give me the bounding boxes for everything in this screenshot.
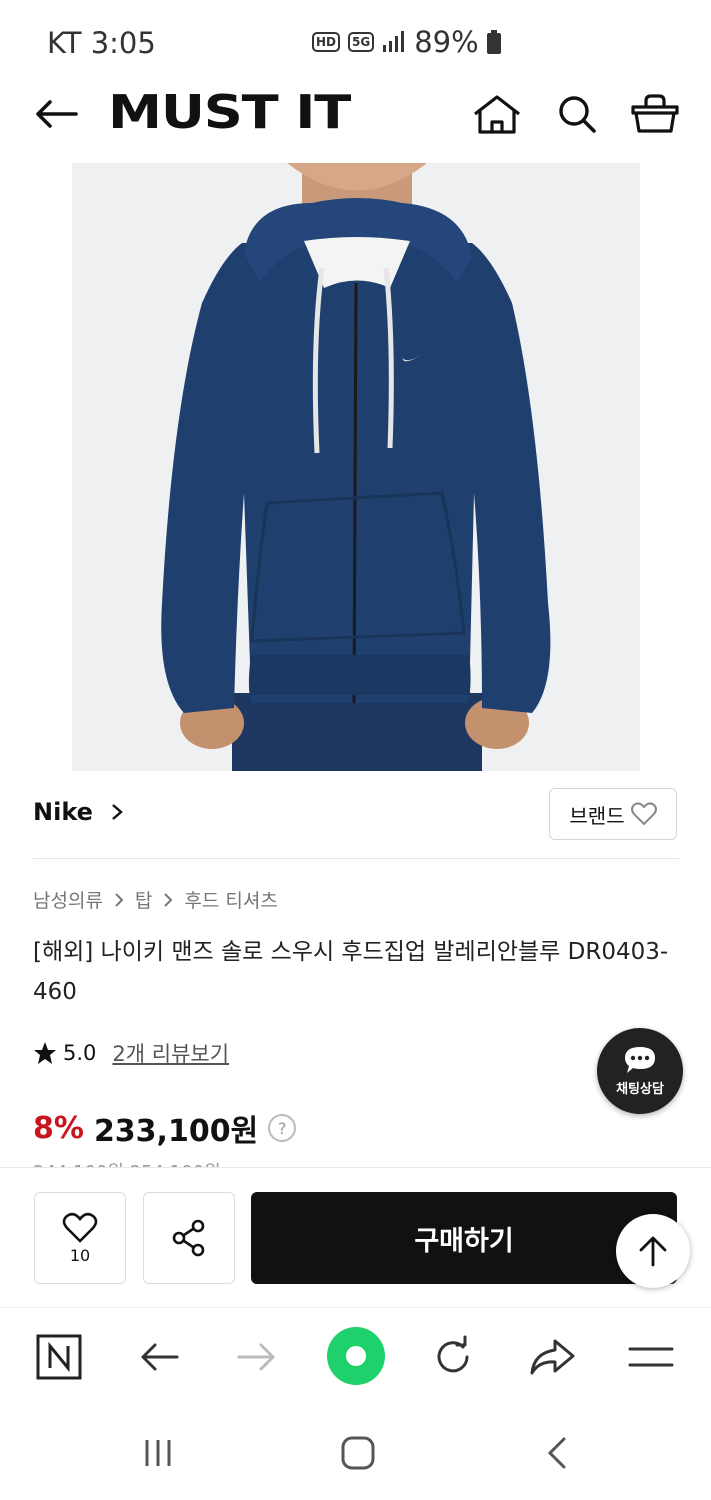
- chevron-left-icon: [547, 1437, 566, 1469]
- home-button[interactable]: [471, 88, 523, 140]
- browser-forward-button[interactable]: [230, 1330, 284, 1384]
- brand-link[interactable]: Nike: [33, 798, 127, 826]
- recents-icon: [145, 1440, 171, 1466]
- chat-button[interactable]: 채팅상담: [597, 1028, 683, 1114]
- home-nav-button[interactable]: [330, 1425, 386, 1481]
- 5g-icon: 5G: [348, 32, 375, 52]
- heart-outline-icon: [630, 802, 657, 826]
- chat-bubble-icon: [625, 1047, 655, 1073]
- wishlist-count: 10: [69, 1245, 91, 1265]
- carrier-time: KT 3:05: [47, 26, 156, 60]
- breadcrumb-item[interactable]: 후드 티셔츠: [184, 886, 277, 913]
- chevron-right-icon: [115, 892, 124, 907]
- breadcrumb-item[interactable]: 탑: [135, 886, 152, 913]
- browser-back-button[interactable]: [132, 1330, 186, 1384]
- back-arrow-icon: [141, 1343, 179, 1371]
- cart-button[interactable]: [629, 88, 681, 140]
- menu-button[interactable]: [624, 1330, 678, 1384]
- scroll-top-button[interactable]: [616, 1214, 690, 1288]
- price-help-icon[interactable]: ?: [268, 1114, 297, 1142]
- price-row: 8% 233,100원 ?: [33, 1106, 297, 1150]
- green-dot-button[interactable]: [325, 1325, 387, 1387]
- buy-button[interactable]: 구매하기: [251, 1192, 677, 1284]
- product-image[interactable]: [72, 163, 640, 771]
- share-arrow-icon: [530, 1339, 575, 1375]
- battery-percent: 89%: [414, 25, 479, 59]
- green-dot-icon: [327, 1327, 385, 1385]
- breadcrumb: 남성의류 탑 후드 티셔츠: [33, 886, 278, 913]
- breadcrumb-item[interactable]: 남성의류: [33, 886, 103, 913]
- back-nav-button[interactable]: [529, 1425, 585, 1481]
- chevron-right-icon: [164, 892, 173, 907]
- app-header: [0, 80, 711, 164]
- share-icon: [172, 1219, 205, 1257]
- review-link[interactable]: 2개 리뷰보기: [112, 1038, 229, 1068]
- recents-button[interactable]: [130, 1425, 186, 1481]
- hd-icon: HD: [312, 32, 341, 52]
- arrow-up-icon: [639, 1236, 667, 1267]
- chevron-right-icon: [112, 804, 124, 820]
- chat-label: 채팅상담: [616, 1082, 664, 1097]
- naver-n-icon: [36, 1334, 82, 1380]
- back-button[interactable]: [30, 88, 82, 140]
- reload-button[interactable]: [426, 1330, 480, 1384]
- signal-icon: [383, 31, 405, 52]
- home-square-icon: [341, 1436, 375, 1470]
- divider: [33, 858, 679, 859]
- brand-name: Nike: [33, 798, 93, 826]
- brand-button-label: 브랜드: [569, 803, 625, 828]
- rating-value: 5.0: [63, 1041, 97, 1065]
- naver-home-button[interactable]: [32, 1330, 86, 1384]
- share-page-button[interactable]: [525, 1330, 579, 1384]
- home-icon: [474, 95, 520, 134]
- forward-arrow-icon: [237, 1343, 275, 1371]
- share-button[interactable]: [143, 1192, 235, 1284]
- back-arrow-icon: [36, 100, 78, 128]
- app-logo[interactable]: MUST IT: [108, 85, 351, 139]
- hoodie-illustration: [161, 163, 551, 771]
- battery-icon: [486, 30, 501, 54]
- status-icons: HD 5G 89%: [312, 25, 501, 59]
- search-icon: [559, 96, 596, 133]
- star-icon: [34, 1042, 56, 1064]
- reload-icon: [437, 1335, 469, 1373]
- rating-row: 5.0 2개 리뷰보기: [33, 1038, 229, 1068]
- wishlist-button[interactable]: 10: [34, 1192, 126, 1284]
- basket-icon: [631, 94, 679, 133]
- hamburger-icon: [628, 1347, 674, 1367]
- sale-price: 233,100원: [93, 1114, 259, 1149]
- search-button[interactable]: [551, 88, 603, 140]
- discount-rate: 8%: [33, 1110, 84, 1146]
- brand-like-button[interactable]: 브랜드: [549, 788, 677, 840]
- heart-outline-icon: [62, 1212, 98, 1243]
- product-title: [해외] 나이키 맨즈 솔로 스우시 후드집업 발레리안블루 DR0403-46…: [33, 939, 669, 1005]
